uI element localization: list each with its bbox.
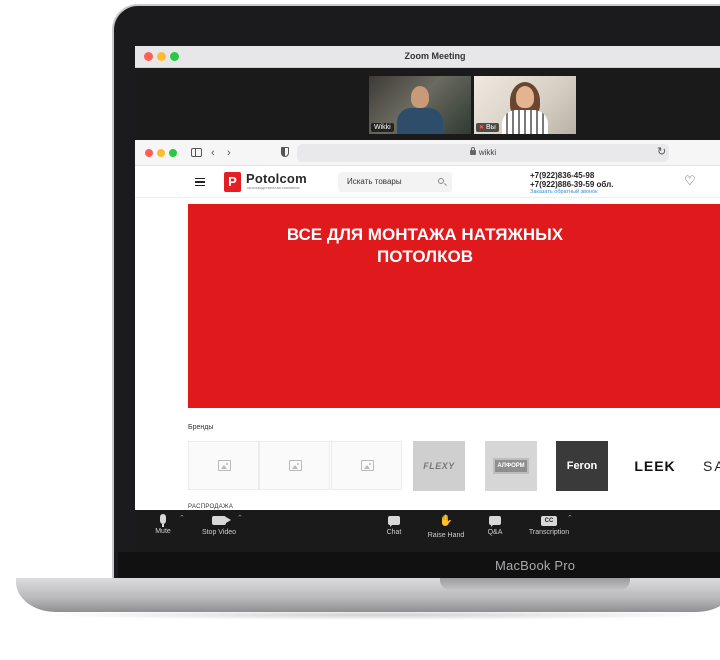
closed-captions-icon: CC	[541, 516, 557, 526]
brand-tile[interactable]	[331, 441, 402, 490]
zoom-titlebar: Zoom Meeting	[135, 46, 720, 68]
qa-button[interactable]: Q&A	[483, 514, 507, 536]
brand-logo-feron[interactable]: Feron	[556, 441, 608, 491]
qa-label: Q&A	[487, 529, 503, 536]
menu-icon[interactable]	[195, 178, 205, 186]
laptop-bottom-bezel	[118, 552, 720, 578]
address-bar-text: wikki	[478, 148, 497, 157]
mute-button[interactable]: Mute	[149, 514, 177, 535]
laptop-notch	[440, 578, 630, 590]
screen: Zoom Meeting Wikki ✖ Вы ‹ › wikki ↻ P Po…	[135, 46, 720, 552]
participant-name: Wikki	[374, 124, 391, 131]
search-icon[interactable]	[438, 178, 444, 184]
brands-heading: Бренды	[188, 424, 214, 431]
logo-tagline: производственная компания	[247, 186, 300, 190]
participant-tile-self[interactable]: ✖ Вы	[474, 76, 576, 134]
image-placeholder-icon	[361, 460, 374, 471]
favorites-heart-icon[interactable]: ♡	[684, 173, 696, 189]
search-input[interactable]: Искать товары	[338, 172, 452, 192]
brand-logo-flexy[interactable]: FLEXY	[413, 441, 465, 491]
brand-logo-alform[interactable]: АЛФОРМ	[485, 441, 537, 491]
video-camera-icon	[212, 516, 231, 525]
brand-logo-text: АЛФОРМ	[493, 458, 529, 474]
back-icon[interactable]: ‹	[211, 146, 215, 160]
hero-title-line: ПОТОЛКОВ	[376, 247, 473, 266]
hero-banner[interactable]: ВСЕ ДЛЯ МОНТАЖА НАТЯЖНЫХ ПОТОЛКОВ	[188, 204, 720, 408]
zoom-window-title: Zoom Meeting	[404, 51, 466, 61]
privacy-shield-icon[interactable]	[281, 147, 289, 157]
brand-tile[interactable]	[188, 441, 259, 490]
participant-name: Вы	[486, 124, 496, 131]
transcription-label: Transcription	[528, 529, 570, 536]
browser-maximize-button[interactable]	[169, 149, 177, 157]
forward-icon[interactable]: ›	[227, 146, 231, 160]
brand-logo-partial[interactable]: SA	[695, 441, 720, 491]
raise-hand-label: Raise Hand	[427, 532, 465, 539]
shared-browser-window: ‹ › wikki ↻ P Potolcom производственная …	[135, 140, 720, 510]
mute-label: Mute	[155, 528, 171, 535]
sidebar-toggle-icon[interactable]	[191, 148, 202, 157]
address-bar[interactable]: wikki	[297, 144, 669, 162]
browser-close-button[interactable]	[145, 149, 153, 157]
brand-logo-leek[interactable]: LEEK	[627, 441, 683, 491]
lock-icon	[469, 147, 476, 155]
zoom-control-bar: Mute ⌃ Stop Video ⌃ Chat ✋ Raise Hand Q&…	[135, 510, 720, 552]
participant-name-tag: Wikki	[371, 123, 394, 132]
image-placeholder-icon	[289, 460, 302, 471]
raise-hand-icon: ✋	[439, 515, 453, 527]
image-placeholder-icon	[218, 460, 231, 471]
logo-name[interactable]: Potolcom	[246, 171, 307, 186]
participant-name-tag: ✖ Вы	[476, 123, 499, 132]
hero-title: ВСЕ ДЛЯ МОНТАЖА НАТЯЖНЫХ ПОТОЛКОВ	[188, 224, 662, 268]
transcription-options-chevron-icon[interactable]: ⌃	[567, 514, 573, 522]
stop-video-button[interactable]: Stop Video	[197, 514, 241, 536]
chat-label: Chat	[386, 529, 402, 536]
brand-tile[interactable]	[259, 441, 330, 490]
video-options-chevron-icon[interactable]: ⌃	[237, 514, 243, 522]
phone-number-secondary[interactable]: +7(922)886-39-59 обл.	[530, 180, 613, 189]
device-label: MacBook Pro	[495, 558, 576, 573]
callback-link[interactable]: Заказать обратный звонок	[530, 189, 598, 195]
browser-minimize-button[interactable]	[157, 149, 165, 157]
browser-toolbar: ‹ › wikki ↻	[135, 140, 720, 166]
hero-title-line: ВСЕ ДЛЯ МОНТАЖА НАТЯЖНЫХ	[286, 225, 564, 244]
participant-video-head	[516, 86, 534, 108]
device-mockup: MacBook Pro Zoom Meeting Wikki ✖ Вы ‹ › …	[0, 0, 720, 660]
participant-video	[397, 108, 443, 134]
qa-icon	[489, 516, 501, 527]
audio-options-chevron-icon[interactable]: ⌃	[179, 514, 185, 522]
mic-muted-icon: ✖	[479, 125, 485, 131]
chat-button[interactable]: Chat	[381, 514, 407, 536]
chat-icon	[388, 516, 400, 527]
phone-number-primary[interactable]: +7(922)836-45-98	[530, 171, 594, 180]
logo-icon[interactable]: P	[224, 172, 241, 192]
microphone-icon	[160, 514, 166, 527]
participant-tile[interactable]: Wikki	[369, 76, 471, 134]
participant-video	[502, 110, 548, 134]
stop-video-label: Stop Video	[201, 529, 237, 536]
reload-icon[interactable]: ↻	[657, 145, 666, 158]
participant-gallery: Wikki ✖ Вы	[135, 68, 720, 140]
participant-video-head	[411, 86, 429, 108]
site-header: P Potolcom производственная компания Иск…	[135, 166, 720, 198]
raise-hand-button[interactable]: ✋ Raise Hand	[423, 514, 469, 539]
search-placeholder: Искать товары	[347, 177, 402, 186]
